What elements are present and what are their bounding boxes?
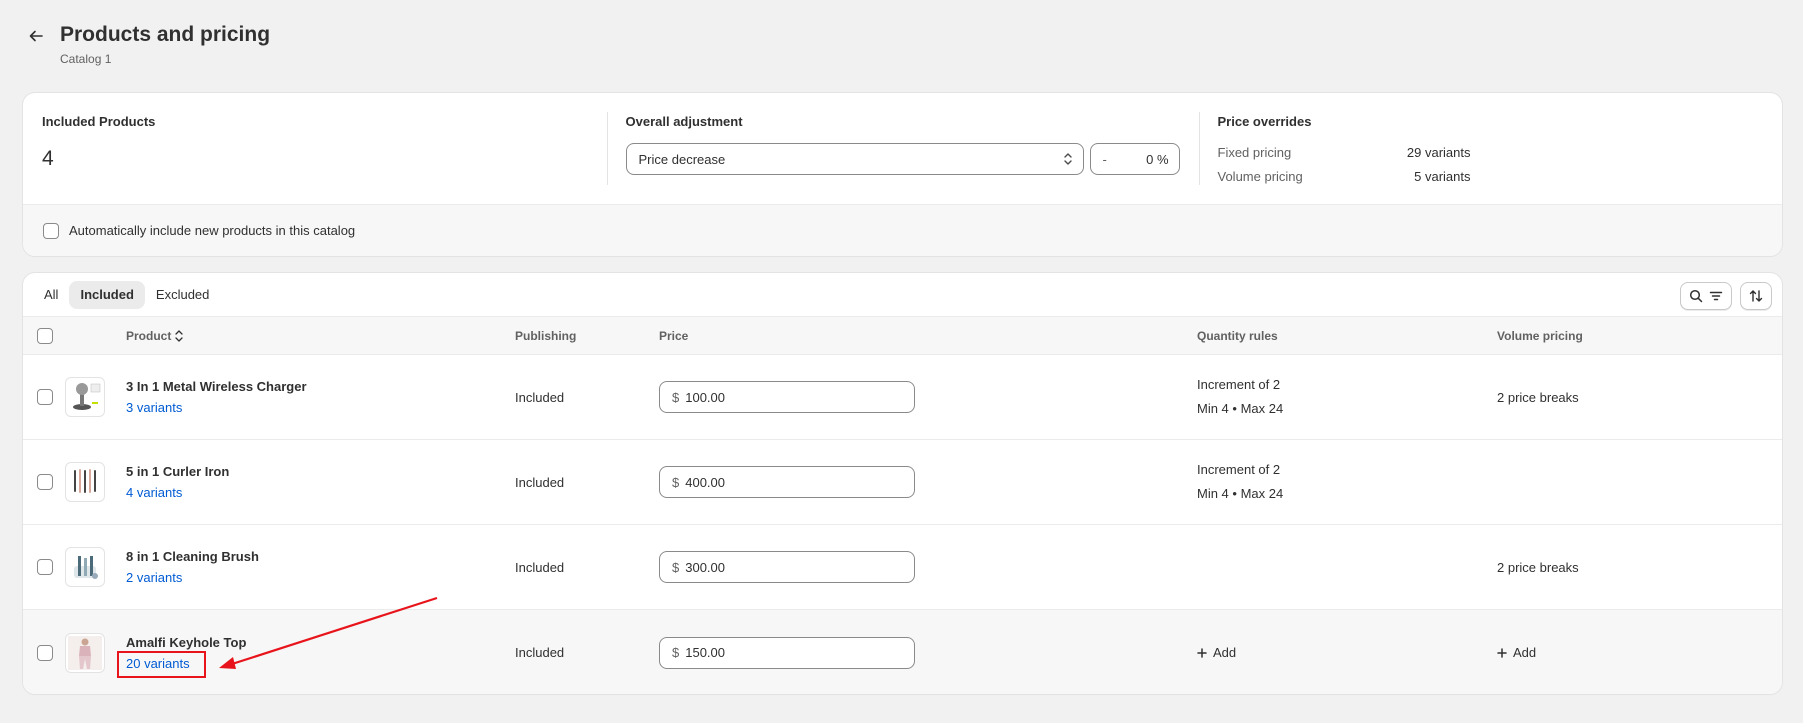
product-name[interactable]: 8 in 1 Cleaning Brush <box>126 549 259 564</box>
price-input[interactable]: $ 150.00 <box>659 636 915 669</box>
product-thumbnail <box>65 377 105 417</box>
currency-symbol: $ <box>672 645 680 660</box>
add-label: Add <box>1213 645 1237 660</box>
column-price: Price <box>659 328 689 343</box>
quantity-min-max: Min 4 • Max 24 <box>1197 401 1284 416</box>
price-overrides-label: Price overrides <box>1217 114 1312 129</box>
plus-icon <box>1497 647 1507 658</box>
currency-symbol: $ <box>672 559 680 575</box>
tab-all[interactable]: All <box>33 281 69 309</box>
filter-tabs: All Included Excluded <box>23 273 1782 317</box>
select-all-checkbox[interactable] <box>37 327 53 344</box>
price-input[interactable]: $ 100.00 <box>659 381 915 413</box>
product-name[interactable]: Amalfi Keyhole Top <box>126 635 246 650</box>
product-thumbnail <box>65 632 105 673</box>
adjustment-sign: - <box>1102 151 1107 167</box>
summary-card: Included Products 4 Overall adjustment P… <box>23 93 1782 256</box>
overall-adjustment-label: Overall adjustment <box>625 114 743 129</box>
row-checkbox[interactable] <box>37 389 53 405</box>
variants-link[interactable]: 2 variants <box>126 570 182 585</box>
price-value: 150.00 <box>685 645 725 660</box>
page-header: Products and pricing Catalog 1 <box>24 20 270 66</box>
quantity-min-max: Min 4 • Max 24 <box>1197 486 1284 501</box>
variants-link[interactable]: 20 variants <box>126 656 190 671</box>
override-fixed-pricing: Fixed pricing 29 variants <box>1218 141 1764 165</box>
plus-icon <box>1197 647 1207 658</box>
table-row: 5 in 1 Curler Iron 4 variants Included $… <box>23 440 1782 525</box>
products-table-card: All Included Excluded Product Publishing… <box>23 273 1782 694</box>
column-product[interactable]: Product <box>126 329 183 343</box>
product-thumbnail <box>65 462 105 502</box>
search-filter-button[interactable] <box>1680 282 1732 310</box>
tab-included[interactable]: Included <box>69 280 145 309</box>
table-header: Product Publishing Price Quantity rules … <box>23 317 1782 355</box>
table-row: Amalfi Keyhole Top 20 variants Included … <box>23 610 1782 694</box>
auto-include-label: Automatically include new products in th… <box>69 223 356 238</box>
publishing-status: Included <box>515 389 565 405</box>
row-checkbox[interactable] <box>37 559 53 575</box>
auto-include-checkbox[interactable] <box>43 222 59 239</box>
column-product-label: Product <box>126 328 172 343</box>
variants-link[interactable]: 3 variants <box>126 400 182 415</box>
filter-icon <box>1709 291 1723 301</box>
price-value: 300.00 <box>685 559 725 575</box>
back-button[interactable] <box>24 24 48 48</box>
product-name[interactable]: 3 In 1 Metal Wireless Charger <box>126 379 307 394</box>
quantity-rules[interactable]: Increment of 2 Min 4 • Max 24 <box>1197 373 1283 421</box>
add-volume-pricing-button[interactable]: Add <box>1497 645 1536 660</box>
search-icon <box>1689 289 1703 303</box>
price-input[interactable]: $ 400.00 <box>659 466 915 498</box>
price-overrides-section: Price overrides Fixed pricing 29 variant… <box>1198 93 1783 204</box>
column-publishing: Publishing <box>515 328 577 343</box>
sort-button[interactable] <box>1740 282 1772 310</box>
row-checkbox[interactable] <box>37 474 53 490</box>
sort-icon <box>1749 290 1763 302</box>
publishing-status: Included <box>515 645 565 660</box>
page-subtitle: Catalog 1 <box>60 52 112 66</box>
tab-excluded[interactable]: Excluded <box>145 281 220 309</box>
price-value: 100.00 <box>685 389 725 405</box>
override-value: 5 variants <box>1414 169 1471 184</box>
table-row: 8 in 1 Cleaning Brush 2 variants Include… <box>23 525 1782 610</box>
column-quantity-rules: Quantity rules <box>1197 328 1278 343</box>
quantity-increment: Increment of 2 <box>1197 462 1281 477</box>
publishing-status: Included <box>515 474 565 490</box>
adjustment-unit: % <box>1156 151 1169 167</box>
adjustment-percent-input[interactable]: - 0 % <box>1089 143 1180 175</box>
select-chevron-icon <box>1063 153 1072 165</box>
publishing-status: Included <box>515 559 565 575</box>
overall-adjustment-section: Overall adjustment Price decrease - 0 % <box>606 93 1199 204</box>
row-checkbox[interactable] <box>37 644 53 661</box>
override-label: Volume pricing <box>1217 169 1303 184</box>
override-value: 29 variants <box>1406 145 1471 160</box>
volume-pricing[interactable]: 2 price breaks <box>1497 390 1579 405</box>
quantity-increment: Increment of 2 <box>1197 377 1281 392</box>
page-title: Products and pricing <box>60 23 271 46</box>
arrow-left-icon <box>29 30 43 42</box>
adjustment-value: 0 <box>1146 151 1154 167</box>
sort-caret-icon <box>175 330 183 343</box>
included-products-label: Included Products <box>42 114 156 129</box>
product-thumbnail <box>65 547 105 587</box>
currency-symbol: $ <box>672 474 680 490</box>
add-quantity-rule-button[interactable]: Add <box>1197 645 1236 660</box>
adjustment-select[interactable]: Price decrease <box>625 143 1084 175</box>
column-volume-pricing: Volume pricing <box>1497 328 1583 343</box>
price-value: 400.00 <box>685 474 725 490</box>
product-name[interactable]: 5 in 1 Curler Iron <box>126 464 229 479</box>
adjustment-select-value: Price decrease <box>638 151 726 167</box>
included-products-section: Included Products 4 <box>23 93 607 204</box>
price-input[interactable]: $ 300.00 <box>659 551 915 583</box>
override-volume-pricing: Volume pricing 5 variants <box>1218 165 1764 189</box>
volume-pricing[interactable]: 2 price breaks <box>1497 560 1579 575</box>
auto-include-row: Automatically include new products in th… <box>23 204 1782 256</box>
included-products-count: 4 <box>42 147 54 170</box>
currency-symbol: $ <box>672 389 680 405</box>
override-label: Fixed pricing <box>1217 145 1292 160</box>
add-label: Add <box>1513 645 1537 660</box>
variants-link[interactable]: 4 variants <box>126 485 182 500</box>
table-row: 3 In 1 Metal Wireless Charger 3 variants… <box>23 355 1782 440</box>
quantity-rules[interactable]: Increment of 2 Min 4 • Max 24 <box>1197 458 1283 506</box>
